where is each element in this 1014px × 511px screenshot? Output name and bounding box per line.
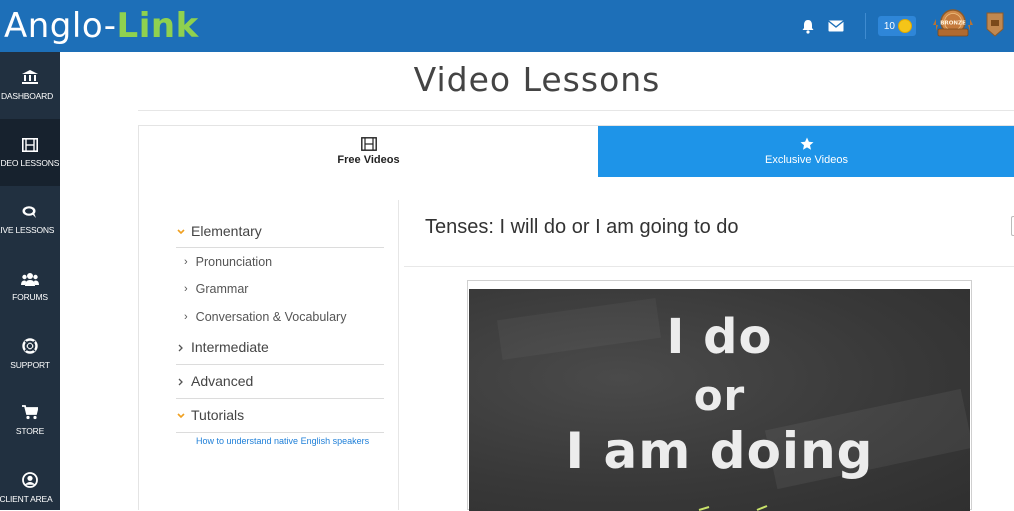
tab-exclusive-videos[interactable]: Exclusive Videos [598, 126, 1014, 177]
tab-free-videos[interactable]: Free Videos [139, 126, 598, 177]
main-content: Video Lessons Free Videos Exclusive Vide… [60, 52, 1014, 511]
badge-label: BRONZE [940, 20, 966, 26]
coins-count: 10 [883, 20, 895, 32]
thumbnail-text-line: I do [666, 309, 773, 365]
menu-subitem-label: Grammar [195, 282, 249, 297]
bronze-badge-icon[interactable]: BRONZE [932, 7, 974, 46]
sidebar-item-label: DASHBOARD [0, 91, 54, 101]
tutorial-link[interactable]: How to understand native English speaker… [176, 433, 376, 446]
sidebar-item-label: FORUMS [12, 291, 48, 302]
chevron-down-icon [176, 223, 188, 239]
video-thumbnail[interactable]: I do or I am doing [469, 289, 970, 511]
logo-text: Anglo- [4, 6, 117, 46]
cart-icon [22, 405, 38, 420]
thumbnail-text-line: or [693, 371, 746, 420]
tab-content: Elementary › Pronunciation › Grammar › C… [138, 176, 1014, 511]
menu-subitem-label: Pronunciation [195, 254, 273, 269]
menu-subitem-grammar[interactable]: › Grammar [176, 276, 384, 304]
menu-category-tutorials[interactable]: Tutorials [176, 399, 384, 433]
chevron-down-icon [176, 407, 188, 423]
menu-subitem-label: Conversation & Vocabulary [195, 309, 347, 324]
content-divider [398, 200, 399, 510]
video-tabs: Free Videos Exclusive Videos [138, 125, 1014, 177]
coins-counter[interactable]: 10 [877, 16, 916, 36]
sidebar-item-store[interactable]: STORE [0, 387, 60, 454]
coin-icon [898, 19, 912, 33]
top-bar: Anglo-Link 10 BRONZE [0, 0, 1014, 52]
lifebuoy-icon [22, 337, 38, 354]
category-menu: Elementary › Pronunciation › Grammar › C… [176, 214, 384, 446]
video-player[interactable]: I do or I am doing [467, 280, 972, 511]
star-icon [800, 137, 813, 150]
title-divider [138, 110, 1014, 111]
menu-category-label: Tutorials [191, 407, 245, 423]
sidebar-item-support[interactable]: SUPPORT [0, 320, 60, 387]
users-icon [21, 272, 39, 286]
menu-subitem-conversation-vocabulary[interactable]: › Conversation & Vocabulary [176, 303, 384, 331]
shield-icon[interactable] [986, 11, 1004, 42]
sidebar-item-client-area[interactable]: CLIENT AREA [0, 454, 60, 510]
menu-category-label: Intermediate [191, 339, 269, 355]
chevron-right-icon: › [184, 255, 188, 268]
tab-label: Free Videos [337, 154, 400, 166]
menu-category-label: Advanced [191, 373, 254, 389]
envelope-icon[interactable] [825, 15, 847, 37]
page-title: Video Lessons [413, 60, 661, 99]
film-icon [22, 137, 38, 152]
logo-accent-text: Link [116, 6, 199, 46]
film-icon [360, 137, 377, 151]
sidebar-item-label: SUPPORT [10, 359, 50, 370]
menu-category-label: Elementary [191, 222, 262, 239]
sidebar-item-label: VIDEO LESSONS [0, 157, 60, 168]
lesson-title: Tenses: I will do or I am going to do [425, 216, 739, 238]
thumbnail-text-line: I am doing [565, 422, 874, 480]
tab-label: Exclusive Videos [765, 154, 848, 166]
bell-icon[interactable] [797, 15, 819, 37]
sidebar-item-forums[interactable]: FORUMS [0, 253, 60, 320]
app-logo[interactable]: Anglo-Link [4, 6, 199, 46]
user-circle-icon [22, 471, 38, 488]
chevron-right-icon [176, 339, 188, 355]
sidebar-item-dashboard[interactable]: DASHBOARD [0, 52, 60, 119]
chat-icon [22, 205, 36, 218]
chevron-right-icon: › [184, 283, 188, 296]
lesson-divider [404, 266, 1014, 267]
sidebar-item-video-lessons[interactable]: VIDEO LESSONS [0, 119, 60, 186]
menu-category-elementary[interactable]: Elementary [176, 214, 384, 248]
menu-subitem-pronunciation[interactable]: › Pronunciation [176, 248, 384, 276]
chevron-right-icon [176, 373, 188, 389]
sidebar-item-label: STORE [15, 426, 45, 436]
sidebar-item-live-lessons[interactable]: LIVE LESSONS [0, 186, 60, 253]
sidebar-item-label: CLIENT AREA [0, 493, 53, 504]
chevron-right-icon: › [184, 310, 188, 323]
top-icons: 10 BRONZE [797, 0, 1014, 52]
top-divider [864, 13, 866, 39]
menu-category-advanced[interactable]: Advanced [176, 365, 384, 399]
sidebar-item-label: LIVE LESSONS [0, 224, 55, 235]
sidebar: DASHBOARD VIDEO LESSONS LIVE LESSONS FOR… [0, 52, 60, 510]
menu-category-intermediate[interactable]: Intermediate [176, 331, 384, 365]
bank-icon [22, 70, 38, 84]
